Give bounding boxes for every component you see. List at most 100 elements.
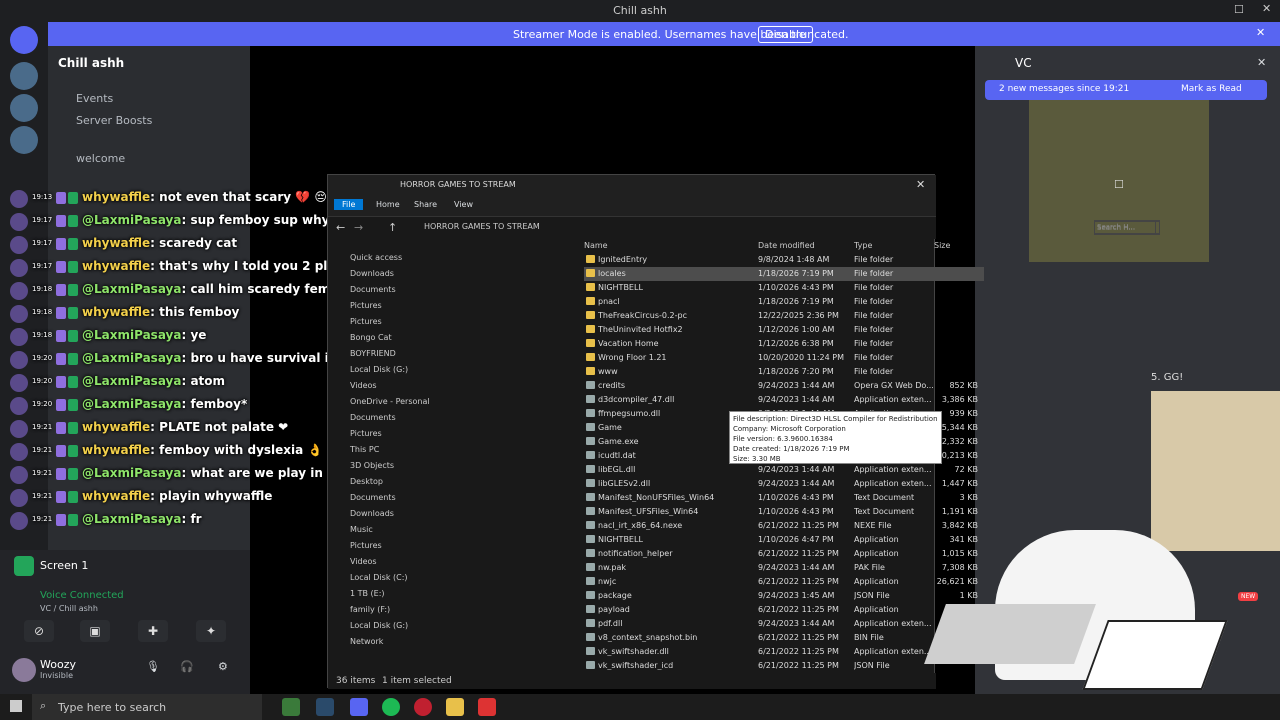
nav-item[interactable]: Documents bbox=[350, 413, 396, 422]
headphones-icon[interactable]: 🎧 bbox=[180, 660, 194, 673]
explorer-maximize-icon[interactable]: ☐ bbox=[1114, 178, 1124, 191]
explorer-close-icon[interactable]: ✕ bbox=[916, 178, 925, 191]
spotify-icon[interactable] bbox=[382, 698, 400, 716]
file-row[interactable]: locales 1/18/2026 7:19 PM File folder bbox=[584, 267, 984, 281]
search-field[interactable]: Search H... bbox=[1094, 220, 1156, 234]
file-row[interactable]: package 9/24/2023 1:45 AM JSON File 1 KB bbox=[584, 589, 984, 603]
nav-item[interactable]: Downloads bbox=[350, 509, 394, 518]
up-arrow-icon[interactable]: ↑ bbox=[388, 221, 397, 234]
file-row[interactable]: payload 6/21/2022 11:25 PM Application bbox=[584, 603, 984, 617]
nav-item[interactable]: Pictures bbox=[350, 541, 382, 550]
file-row[interactable]: vk_swiftshader.dll 6/21/2022 11:25 PM Appl… bbox=[584, 645, 984, 659]
col-size[interactable]: Size bbox=[934, 241, 950, 250]
nav-item[interactable]: Network bbox=[350, 637, 383, 646]
file-row[interactable]: nwjc 6/21/2022 11:25 PM Application 26,621 … bbox=[584, 575, 984, 589]
file-row[interactable]: www 1/18/2026 7:20 PM File folder bbox=[584, 365, 984, 379]
file-explorer-icon[interactable] bbox=[446, 698, 464, 716]
nav-item[interactable]: 3D Objects bbox=[350, 461, 394, 470]
ribbon-share-tab[interactable]: Share bbox=[414, 200, 437, 209]
file-row[interactable]: Wrong Floor 1.21 10/20/2020 11:24 PM File … bbox=[584, 351, 984, 365]
windows-start-icon[interactable] bbox=[10, 700, 22, 712]
events-item[interactable]: Events bbox=[76, 92, 113, 105]
mic-icon[interactable]: 🎙 bbox=[146, 660, 160, 673]
file-row[interactable]: d3dcompiler_47.dll 9/24/2023 1:44 AM Appli… bbox=[584, 393, 984, 407]
new-messages-bar[interactable]: 2 new messages since 19:21 Mark as Read bbox=[985, 80, 1267, 100]
nav-item[interactable]: Pictures bbox=[350, 429, 382, 438]
voice-channel-text[interactable]: VC / Chill ashh bbox=[40, 604, 98, 613]
file-row[interactable]: TheUninvited Hotfix2 1/12/2026 1:00 AM Fil… bbox=[584, 323, 984, 337]
activity-icon[interactable]: ✚ bbox=[138, 620, 168, 642]
server-icon[interactable] bbox=[10, 126, 38, 154]
nav-item[interactable]: This PC bbox=[350, 445, 379, 454]
nav-item[interactable]: Bongo Cat bbox=[350, 333, 392, 342]
nav-item[interactable]: Videos bbox=[350, 557, 377, 566]
forward-arrow-icon[interactable]: → bbox=[354, 221, 363, 234]
nav-item[interactable]: Pictures bbox=[350, 317, 382, 326]
banner-close-icon[interactable]: ✕ bbox=[1256, 26, 1265, 39]
file-row[interactable]: TheFreakCircus-0.2-pc 12/22/2025 2:36 PM F… bbox=[584, 309, 984, 323]
nav-item[interactable]: Downloads bbox=[350, 269, 394, 278]
file-row[interactable]: credits 9/24/2023 1:44 AM Opera GX Web Do.… bbox=[584, 379, 984, 393]
nav-item[interactable]: Local Disk (C:) bbox=[350, 573, 408, 582]
file-row[interactable]: pnacl 1/18/2026 7:19 PM File folder bbox=[584, 295, 984, 309]
back-arrow-icon[interactable]: ← bbox=[336, 221, 345, 234]
taskbar-search[interactable]: ⌕ Type here to search bbox=[32, 694, 262, 720]
nav-item[interactable]: Videos bbox=[350, 381, 377, 390]
server-name[interactable]: Chill ashh bbox=[58, 56, 124, 70]
file-row[interactable]: NIGHTBELL 1/10/2026 4:43 PM File folder bbox=[584, 281, 984, 295]
gear-icon[interactable]: ⚙ bbox=[218, 660, 228, 673]
mark-read-button[interactable]: Mark as Read bbox=[1181, 84, 1242, 94]
disable-button[interactable]: Disable bbox=[758, 26, 813, 43]
file-row[interactable]: libGLESv2.dll 9/24/2023 1:44 AM Applicatio… bbox=[584, 477, 984, 491]
nav-item[interactable]: Quick access bbox=[350, 253, 402, 262]
nav-item[interactable]: BOYFRIEND bbox=[350, 349, 396, 358]
steam-icon[interactable] bbox=[316, 698, 334, 716]
opera-gx-icon[interactable] bbox=[414, 698, 432, 716]
col-type[interactable]: Type bbox=[854, 241, 872, 250]
channel-welcome[interactable]: welcome bbox=[76, 152, 125, 165]
nav-item[interactable]: Music bbox=[350, 525, 373, 534]
maximize-icon[interactable]: ☐ bbox=[1234, 3, 1244, 16]
file-row[interactable]: NIGHTBELL 1/10/2026 4:47 PM Application 341… bbox=[584, 533, 984, 547]
address-bar[interactable]: ← → ↑ HORROR GAMES TO STREAM Search H...… bbox=[328, 217, 1160, 239]
ribbon-home-tab[interactable]: Home bbox=[376, 200, 400, 209]
nav-item[interactable]: Desktop bbox=[350, 477, 383, 486]
col-name[interactable]: Name bbox=[584, 241, 608, 250]
nav-item[interactable]: 1 TB (E:) bbox=[350, 589, 385, 598]
valorant-icon[interactable] bbox=[478, 698, 496, 716]
file-row[interactable]: Vacation Home 1/12/2026 6:38 PM File folde… bbox=[584, 337, 984, 351]
nav-item[interactable]: OneDrive - Personal bbox=[350, 397, 430, 406]
avatar[interactable] bbox=[12, 658, 36, 682]
file-row[interactable]: notification_helper 6/21/2022 11:25 PM App… bbox=[584, 547, 984, 561]
nav-item[interactable]: Documents bbox=[350, 285, 396, 294]
file-row[interactable]: libEGL.dll 9/24/2023 1:44 AM Application e… bbox=[584, 463, 984, 477]
soundboard-icon[interactable]: ✦ bbox=[196, 620, 226, 642]
nav-item[interactable]: Pictures bbox=[350, 301, 382, 310]
file-row[interactable]: v8_context_snapshot.bin 6/21/2022 11:25 P… bbox=[584, 631, 984, 645]
vc-close-icon[interactable]: ✕ bbox=[1257, 56, 1266, 69]
file-row[interactable]: Manifest_UFSFiles_Win64 1/10/2026 4:43 PM… bbox=[584, 505, 984, 519]
taskbar-app-icon[interactable] bbox=[282, 698, 300, 716]
file-row[interactable]: nw.pak 9/24/2023 1:44 AM PAK File 7,308 KB bbox=[584, 561, 984, 575]
file-row[interactable]: Manifest_NonUFSFiles_Win64 1/10/2026 4:43… bbox=[584, 491, 984, 505]
close-icon[interactable]: ✕ bbox=[1262, 2, 1271, 15]
file-row[interactable]: pdf.dll 9/24/2023 1:44 AM Application exte… bbox=[584, 617, 984, 631]
ribbon-file-tab[interactable]: File bbox=[334, 199, 364, 210]
share-screen-icon[interactable]: ▣ bbox=[80, 620, 110, 642]
nav-item[interactable]: Documents bbox=[350, 493, 396, 502]
nav-item[interactable]: Local Disk (G:) bbox=[350, 365, 408, 374]
col-date[interactable]: Date modified bbox=[758, 241, 815, 250]
file-row[interactable]: IgnitedEntry 9/8/2024 1:48 AM File folder bbox=[584, 253, 984, 267]
address-path[interactable]: HORROR GAMES TO STREAM bbox=[424, 222, 540, 231]
discord-home-icon[interactable] bbox=[10, 26, 38, 54]
file-row[interactable]: nacl_irt_x86_64.nexe 6/21/2022 11:25 PM NE… bbox=[584, 519, 984, 533]
nav-item[interactable]: Local Disk (G:) bbox=[350, 621, 408, 630]
camera-off-icon[interactable]: ⊘ bbox=[24, 620, 54, 642]
server-icon[interactable] bbox=[10, 94, 38, 122]
ribbon-view-tab[interactable]: View bbox=[454, 200, 473, 209]
server-icon[interactable] bbox=[10, 62, 38, 90]
voice-connected-text[interactable]: Voice Connected bbox=[40, 590, 124, 601]
discord-icon[interactable] bbox=[350, 698, 368, 716]
boosts-item[interactable]: Server Boosts bbox=[76, 114, 152, 127]
nav-item[interactable]: family (F:) bbox=[350, 605, 390, 614]
